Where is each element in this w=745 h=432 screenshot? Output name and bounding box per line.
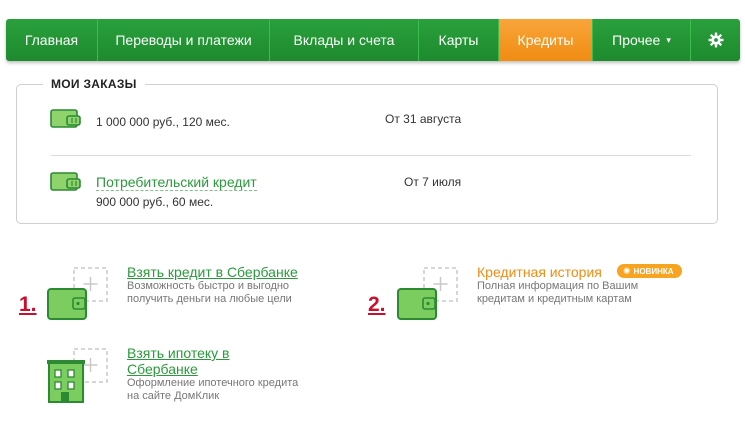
product-description: Возможность быстро и выгодно [127, 280, 290, 292]
gear-icon [708, 32, 723, 48]
sparkle-icon: ✺ [623, 265, 631, 276]
take-credit-link[interactable]: Взять кредит в Сбербанке [127, 264, 298, 280]
nav-item-label: Карты [438, 32, 479, 48]
product-description: Оформление ипотечного кредита [127, 377, 299, 389]
order-link-consumer-credit[interactable]: Потребительский кредит [96, 174, 257, 191]
building-add-icon [47, 348, 108, 403]
orders-title: МОИ ЗАКАЗЫ [43, 77, 145, 91]
badge-label: НОВИНКА [633, 266, 674, 276]
orders-panel: МОИ ЗАКАЗЫ 1 000 000 руб., 120 мес. От 3… [16, 77, 718, 224]
order-amount: 1 000 000 руб., 120 мес. [96, 115, 230, 129]
nav-item-label: Кредиты [517, 32, 574, 48]
take-mortgage-link[interactable]: Взять ипотеку в [127, 345, 229, 361]
step-number: 1. [19, 293, 37, 316]
chevron-down-icon: ▾ [666, 34, 671, 45]
order-amount: 900 000 руб., 60 мес. [96, 195, 214, 209]
wallet-icon [50, 172, 81, 191]
divider [51, 155, 691, 156]
product-description: кредитам и кредитным картам [477, 293, 632, 305]
nav-item-label: Главная [24, 32, 79, 48]
credit-history-link[interactable]: Кредитная история [477, 264, 602, 280]
settings-button[interactable] [691, 19, 740, 61]
nav-item-more[interactable]: Прочее ▾ [593, 19, 691, 61]
take-mortgage-link[interactable]: Сбербанке [127, 361, 198, 377]
nav-item-transfers[interactable]: Переводы и платежи [98, 19, 270, 61]
nav-item-cards[interactable]: Карты [419, 19, 499, 61]
nav-item-deposits[interactable]: Вклады и счета [270, 19, 419, 61]
main-nav: Главная Переводы и платежи Вклады и счет… [6, 19, 740, 61]
order-date: От 7 июля [404, 175, 462, 189]
order-date: От 31 августа [385, 112, 462, 126]
wallet-add-icon [397, 267, 458, 320]
nav-item-label: Вклады и счета [293, 32, 395, 48]
wallet-add-icon [47, 267, 108, 320]
wallet-icon [50, 109, 81, 128]
product-description: Полная информация по Вашим [477, 280, 639, 292]
new-badge: ✺ НОВИНКА [617, 264, 682, 278]
product-description: на сайте ДомКлик [127, 390, 220, 402]
nav-item-home[interactable]: Главная [6, 19, 98, 61]
product-description: получить деньги на любые цели [127, 293, 292, 305]
step-number: 2. [368, 293, 386, 316]
nav-item-label: Прочее [612, 32, 661, 48]
nav-item-credits[interactable]: Кредиты [499, 19, 593, 61]
nav-item-label: Переводы и платежи [115, 32, 252, 48]
